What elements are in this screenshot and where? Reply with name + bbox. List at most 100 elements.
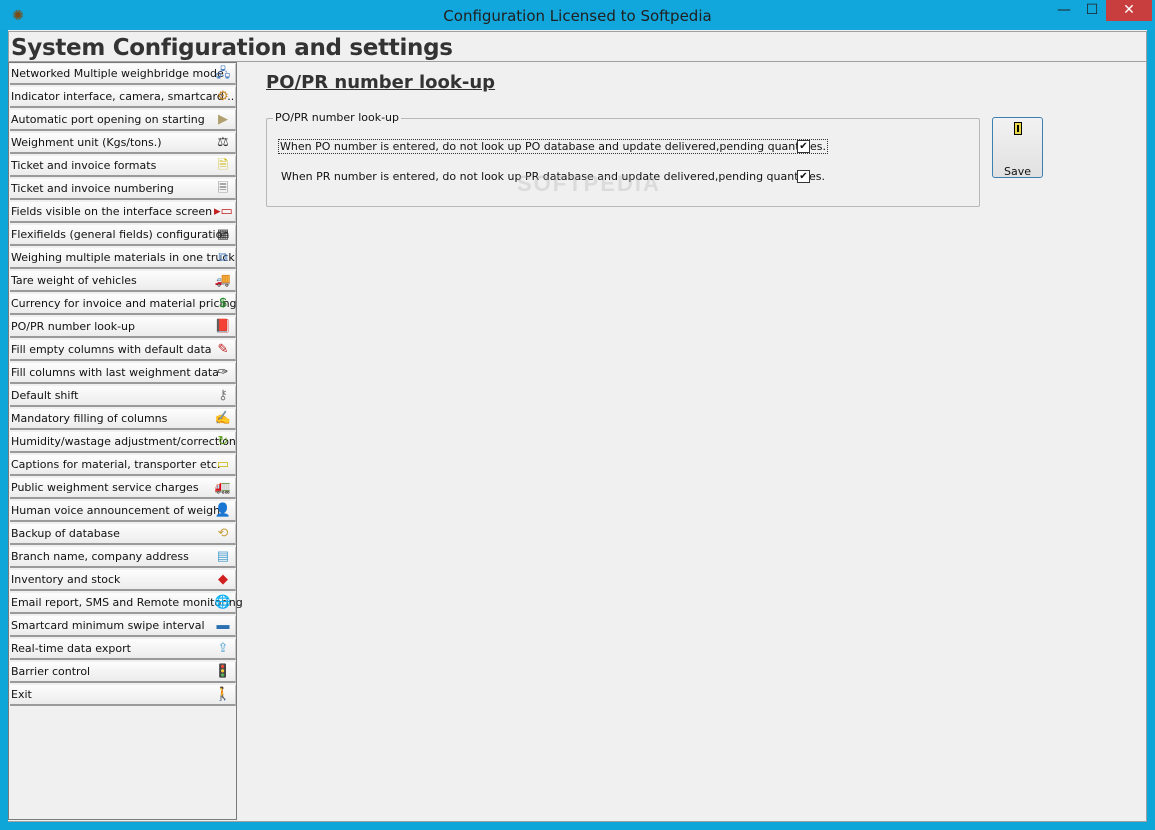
sidebar-item-label: Flexifields (general fields) configurati… [11, 228, 230, 241]
currency-icon: $ [219, 295, 227, 310]
numbered-document-icon: 🗏 [217, 180, 229, 195]
person-icon: 👤 [214, 502, 232, 517]
card-icon: ▬ [216, 617, 230, 632]
sidebar-item-real-time-data-export[interactable]: Real-time data export ⇪ [10, 639, 236, 660]
maximize-button[interactable]: ☐ [1078, 0, 1106, 21]
groupbox-label: PO/PR number look-up [273, 111, 402, 124]
po-pr-groupbox: PO/PR number look-up When PO number is e… [266, 111, 980, 207]
document-icon: 🗎 [217, 157, 229, 172]
sidebar-item-branch-name-company-address[interactable]: Branch name, company address ▤ [10, 547, 236, 568]
sidebar-item-label: Ticket and invoice formats [11, 159, 157, 172]
sidebar-item-label: Ticket and invoice numbering [11, 182, 174, 195]
sidebar-item-label: Currency for invoice and material pricin… [11, 297, 237, 310]
sidebar-item-label: Captions for material, transporter etc. [11, 458, 221, 471]
copy-documents-icon: ⧉ [218, 249, 228, 264]
header-panel: System Configuration and settings [8, 31, 1147, 62]
sidebar-item-label: Inventory and stock [11, 573, 121, 586]
sidebar-item-label: Email report, SMS and Remote monitoring [11, 596, 243, 609]
po-option-label[interactable]: When PO number is entered, do not look u… [278, 139, 828, 154]
edit-document-icon: ✎ [217, 341, 229, 356]
truck-icon: 🚚 [214, 272, 232, 287]
sidebar-item-ticket-and-invoice-formats[interactable]: Ticket and invoice formats 🗎 [10, 156, 236, 177]
sidebar-item-label: Default shift [11, 389, 79, 402]
sidebar-item-smartcard-minimum-swipe-interval[interactable]: Smartcard minimum swipe interval ▬ [10, 616, 236, 637]
export-icon: ⇪ [217, 640, 229, 655]
sidebar-item-label: Backup of database [11, 527, 120, 540]
delivery-truck-icon: 🚛 [214, 479, 232, 494]
sidebar-item-indicator-interface-camera-smartcard[interactable]: Indicator interface, camera, smartcard .… [10, 87, 236, 108]
close-button[interactable]: ✕ [1106, 0, 1152, 21]
sidebar-item-label: Networked Multiple weighbridge mode [11, 67, 224, 80]
save-button-label: Save [1003, 165, 1031, 178]
sidebar-item-automatic-port-opening-on-starting[interactable]: Automatic port opening on starting ▶ [10, 110, 236, 131]
sidebar-item-label: Weighment unit (Kgs/tons.) [11, 136, 162, 149]
sidebar-item-label: Automatic port opening on starting [11, 113, 205, 126]
sidebar-item-label: Smartcard minimum swipe interval [11, 619, 205, 632]
minimize-button[interactable]: — [1050, 0, 1078, 21]
save-icon [1014, 122, 1022, 135]
sidebar-item-public-weighment-service-charges[interactable]: Public weighment service charges 🚛 [10, 478, 236, 499]
sidebar-item-email-report-sms-and-remote-monitoring[interactable]: Email report, SMS and Remote monitoring 🌐 [10, 593, 243, 614]
sidebar-item-label: Mandatory filling of columns [11, 412, 168, 425]
sidebar-item-fill-columns-with-last-weighment-data[interactable]: Fill columns with last weighment data ✑ [10, 363, 236, 384]
section-title: PO/PR number look-up [266, 72, 496, 93]
sidebar-item-weighment-unit-kgs-tons[interactable]: Weighment unit (Kgs/tons.) ⚖ [10, 133, 236, 154]
sidebar-item-weighing-multiple-materials-in-one-truck[interactable]: Weighing multiple materials in one truck… [10, 248, 236, 269]
sidebar-item-tare-weight-of-vehicles[interactable]: Tare weight of vehicles 🚚 [10, 271, 236, 292]
key-icon: ⚷ [218, 387, 228, 402]
sidebar-item-currency-for-invoice-and-material-pricing[interactable]: Currency for invoice and material pricin… [10, 294, 237, 315]
sidebar-item-label: Indicator interface, camera, smartcard .… [11, 90, 235, 103]
page-title: System Configuration and settings [11, 35, 453, 61]
sidebar-item-label: Tare weight of vehicles [11, 274, 137, 287]
sidebar-item-mandatory-filling-of-columns[interactable]: Mandatory filling of columns ✍ [10, 409, 236, 430]
sidebar-item-flexifields-general-fields-configuration[interactable]: Flexifields (general fields) configurati… [10, 225, 236, 246]
fill-icon: ✑ [217, 364, 229, 379]
window-title: Configuration Licensed to Softpedia [443, 7, 712, 25]
sidebar-item-label: Barrier control [11, 665, 91, 678]
sidebar-item-label: Exit [11, 688, 32, 701]
sidebar-item-ticket-and-invoice-numbering[interactable]: Ticket and invoice numbering 🗏 [10, 179, 236, 200]
sidebar-item-barrier-control[interactable]: Barrier control 🚦 [10, 662, 236, 683]
globe-icon: 🌐 [214, 594, 232, 609]
scale-icon: ⚖ [217, 134, 229, 149]
sidebar-item-captions-for-material-transporter-etc[interactable]: Captions for material, transporter etc. ▭ [10, 455, 236, 476]
sidebar-item-fill-empty-columns-with-default-data[interactable]: Fill empty columns with default data ✎ [10, 340, 236, 361]
sidebar-item-label: Fill columns with last weighment data [11, 366, 219, 379]
sidebar-item-humidity-wastage-adjustment-correction[interactable]: Humidity/wastage adjustment/correction ↻ [10, 432, 236, 453]
pen-icon: ✍ [214, 410, 232, 425]
traffic-light-icon: 🚦 [214, 663, 232, 678]
caption-icon: ▭ [216, 456, 230, 471]
app-window: ✺ Configuration Licensed to Softpedia — … [0, 0, 1155, 830]
save-button[interactable]: Save [992, 117, 1043, 178]
exit-icon: 🚶 [214, 686, 232, 701]
divider [1146, 61, 1147, 822]
inventory-icon: ◆ [218, 571, 228, 586]
pr-option-checkbox[interactable]: ✔ [797, 170, 810, 183]
watermark: SOFTPEDIA [517, 171, 661, 196]
address-icon: ▤ [216, 548, 230, 563]
sidebar-item-label: Humidity/wastage adjustment/correction [11, 435, 236, 448]
gear-icon: ⚙ [217, 88, 229, 103]
sidebar-item-human-voice-announcement-of-weight[interactable]: Human voice announcement of weight 👤 [10, 501, 236, 522]
port-icon: ▶ [218, 111, 228, 126]
book-icon: 📕 [214, 318, 232, 333]
network-icon: 🖧 [215, 65, 231, 80]
sidebar-item-label: PO/PR number look-up [11, 320, 136, 333]
sidebar-item-backup-of-database[interactable]: Backup of database ⟲ [10, 524, 236, 545]
table-icon: ▦ [216, 226, 230, 241]
refresh-icon: ↻ [217, 433, 229, 448]
sidebar-item-label: Weighing multiple materials in one truck [11, 251, 235, 264]
po-option-checkbox[interactable]: ✔ [797, 140, 810, 153]
sidebar-item-label: Fill empty columns with default data [11, 343, 212, 356]
title-bar[interactable]: ✺ Configuration Licensed to Softpedia — … [0, 0, 1155, 30]
sidebar-item-networked-multiple-weighbridge-mode[interactable]: Networked Multiple weighbridge mode 🖧 [10, 64, 236, 85]
sidebar-item-exit[interactable]: Exit 🚶 [10, 685, 236, 706]
sidebar-item-fields-visible-on-the-interface-screen[interactable]: Fields visible on the interface screen ▸▭ [10, 202, 236, 223]
sidebar-item-po-pr-number-look-up[interactable]: PO/PR number look-up 📕 [10, 317, 236, 338]
client-area: System Configuration and settings Networ… [8, 30, 1147, 822]
sidebar-item-inventory-and-stock[interactable]: Inventory and stock ◆ [10, 570, 236, 591]
sidebar-item-label: Human voice announcement of weight [11, 504, 225, 517]
backup-icon: ⟲ [217, 525, 229, 540]
sidebar-item-label: Real-time data export [11, 642, 131, 655]
sidebar-item-default-shift[interactable]: Default shift ⚷ [10, 386, 236, 407]
